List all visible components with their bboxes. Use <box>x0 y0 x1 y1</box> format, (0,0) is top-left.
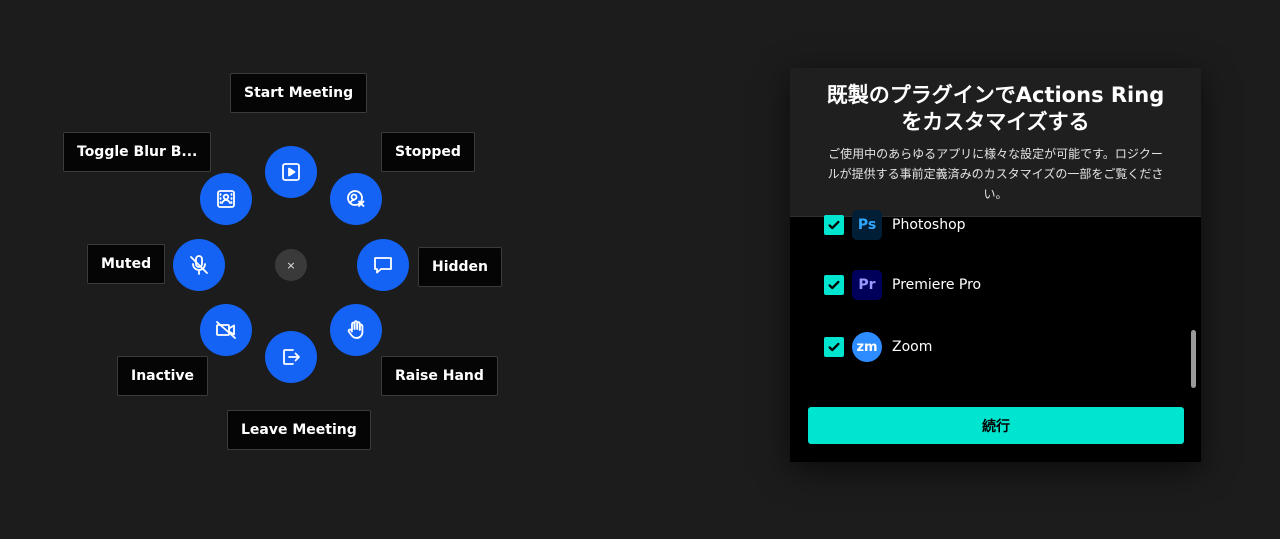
premiere-pro-icon: Pr <box>852 270 882 300</box>
premiere-pro-checkbox[interactable] <box>824 275 844 295</box>
mute-button[interactable] <box>173 239 225 291</box>
close-icon: × <box>286 258 296 272</box>
list-scrollbar[interactable] <box>1190 216 1197 401</box>
app-name: Photoshop <box>892 217 966 233</box>
stage: Start Meeting Stopped Hidden Raise Hand … <box>0 0 1280 539</box>
continue-button[interactable]: 続行 <box>808 407 1184 444</box>
chat-button[interactable] <box>357 239 409 291</box>
label-inactive: Inactive <box>117 356 209 396</box>
panel-description: ご使用中のあらゆるアプリに様々な設定が可能です。ロジクールが提供する事前定義済み… <box>827 147 1164 201</box>
panel-title: 既製のプラグインでActions Ringをカスタマイズする <box>826 83 1165 134</box>
mic-off-icon <box>190 255 208 275</box>
checkmark-icon <box>828 280 840 290</box>
start-meeting-button[interactable] <box>265 146 317 198</box>
toggle-blur-button[interactable] <box>200 173 252 225</box>
label-hidden: Hidden <box>418 247 503 287</box>
label-stopped: Stopped <box>381 132 475 172</box>
scrollbar-thumb[interactable] <box>1191 330 1196 388</box>
exit-icon <box>283 349 300 365</box>
app-list[interactable]: Ps Photoshop Pr Premiere Pro zm Zoom <box>790 210 1188 401</box>
photoshop-icon: Ps <box>852 210 882 240</box>
panel-header: 既製のプラグインでActions Ringをカスタマイズする ご使用中のあらゆる… <box>790 68 1201 217</box>
blur-background-icon <box>217 190 235 208</box>
list-item-premiere-pro[interactable]: Pr Premiere Pro <box>824 268 981 302</box>
label-muted: Muted <box>87 244 166 284</box>
label-raise-hand: Raise Hand <box>381 356 498 396</box>
checkmark-icon <box>828 342 840 352</box>
list-item-zoom[interactable]: zm Zoom <box>824 330 932 364</box>
leave-meeting-button[interactable] <box>265 331 317 383</box>
video-off-button[interactable] <box>200 304 252 356</box>
label-start-meeting: Start Meeting <box>230 73 368 113</box>
chat-icon <box>374 257 392 274</box>
plugin-panel: 既製のプラグインでActions Ringをカスタマイズする ご使用中のあらゆる… <box>790 68 1201 462</box>
zoom-icon: zm <box>852 332 882 362</box>
photoshop-checkbox[interactable] <box>824 215 844 235</box>
list-item-photoshop[interactable]: Ps Photoshop <box>824 208 966 242</box>
checkmark-icon <box>828 220 840 230</box>
app-name: Premiere Pro <box>892 277 982 293</box>
zoom-checkbox[interactable] <box>824 337 844 357</box>
label-leave-meeting: Leave Meeting <box>227 410 371 450</box>
app-name: Zoom <box>892 339 933 355</box>
screen-share-icon <box>347 190 365 207</box>
ring-close-button[interactable]: × <box>275 249 307 281</box>
raise-hand-button[interactable] <box>330 304 382 356</box>
video-off-icon <box>216 321 236 339</box>
label-toggle-blur: Toggle Blur B... <box>63 132 212 172</box>
hand-icon <box>347 320 364 339</box>
screen-share-button[interactable] <box>330 173 382 225</box>
play-icon <box>282 163 300 181</box>
